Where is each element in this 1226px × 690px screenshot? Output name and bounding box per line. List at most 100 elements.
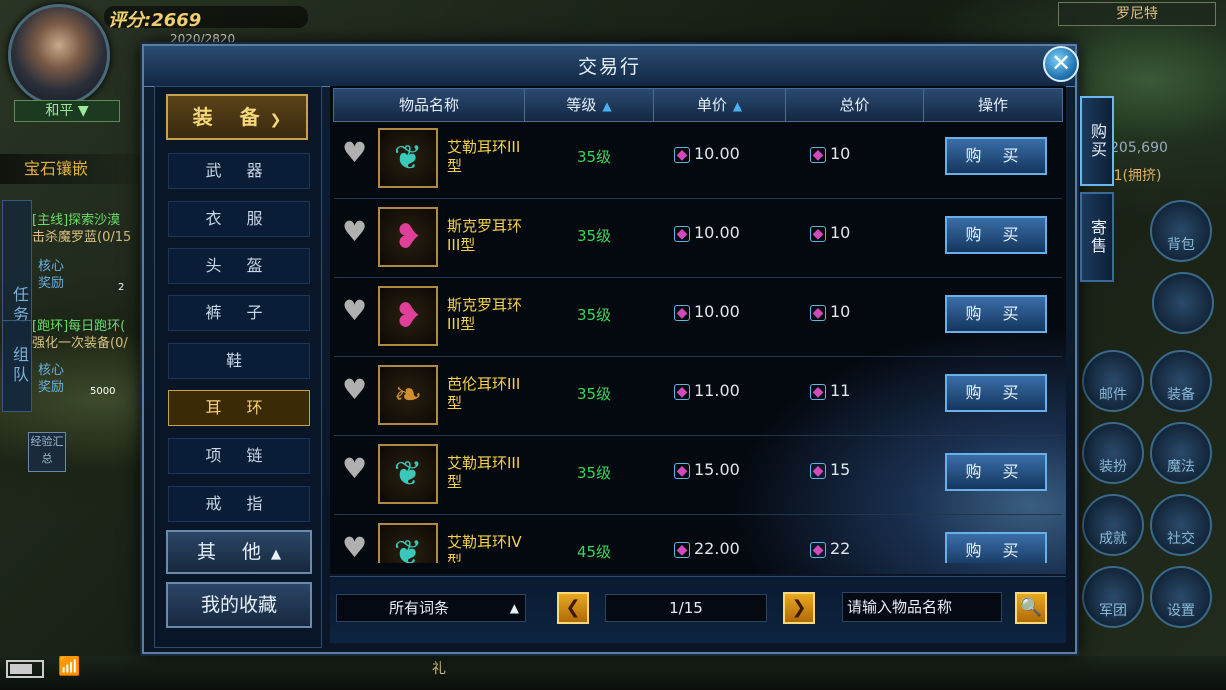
buy-button[interactable]: 购 买: [945, 374, 1047, 412]
dressup-button[interactable]: 装扮: [1082, 422, 1144, 484]
diamond-currency-icon: ◆: [810, 384, 826, 400]
settings-button[interactable]: 设置: [1150, 566, 1212, 628]
mail-button[interactable]: 邮件: [1082, 350, 1144, 412]
item-level: 45级: [576, 543, 612, 561]
item-total-price: ◆ 10: [810, 223, 950, 242]
category-other[interactable]: 其 他▲: [166, 530, 312, 574]
player-avatar[interactable]: [8, 4, 110, 106]
buy-button[interactable]: 购 买: [945, 532, 1047, 563]
subcategory-earring[interactable]: 耳 环: [168, 390, 310, 426]
chevron-down-icon: ❯: [269, 112, 282, 128]
subcategory-necklace[interactable]: 项 链: [168, 438, 310, 474]
total-price-value: 15: [830, 460, 851, 479]
item-name: 斯克罗耳环III型: [447, 217, 523, 254]
player-score: 评分:2669: [104, 6, 308, 31]
diamond-currency-icon: ◆: [674, 384, 690, 400]
favorite-heart-icon[interactable]: ♥: [342, 376, 368, 404]
total-price-value: 10: [830, 302, 851, 321]
header-level[interactable]: 等级 ▲: [525, 89, 654, 121]
buy-button[interactable]: 购 买: [945, 137, 1047, 175]
sort-up-icon: ▲: [602, 99, 612, 113]
favorite-heart-icon[interactable]: ♥: [342, 218, 368, 246]
category-equipment[interactable]: 装 备❯: [166, 94, 308, 140]
pk-mode-label: 和平: [45, 103, 74, 119]
item-unit-price: ◆ 11.00: [674, 381, 814, 400]
search-icon[interactable]: 🔍: [1015, 592, 1047, 624]
header-unit-price-label: 单价: [696, 96, 727, 114]
diamond-currency-icon: ◆: [674, 226, 690, 242]
item-unit-price: ◆ 10.00: [674, 302, 814, 321]
quest-daily[interactable]: [跑环]每日跑环( 强化一次装备(0/: [32, 318, 150, 352]
tab-consign[interactable]: 寄售: [1080, 192, 1114, 282]
table-row[interactable]: ♥ ❦ 艾勒耳环III型 35级 ◆ 15.00 ◆ 15 购 买: [334, 436, 1062, 515]
favorite-heart-icon[interactable]: ♥: [342, 455, 368, 483]
earring-icon[interactable]: ❦: [378, 128, 438, 188]
subcategory-pants[interactable]: 裤 子: [168, 295, 310, 331]
table-row[interactable]: ♥ ❦ 艾勒耳环III型 35级 ◆ 10.00 ◆ 10 购 买: [334, 120, 1062, 199]
bag-label: 背包: [1167, 237, 1195, 253]
buy-button[interactable]: 购 买: [945, 453, 1047, 491]
gift-label[interactable]: 礼: [432, 658, 446, 678]
quest-daily-title: [跑环]每日跑环(: [32, 319, 126, 334]
buy-button[interactable]: 购 买: [945, 216, 1047, 254]
favorites-button[interactable]: 我的收藏: [166, 582, 312, 628]
tab-buy[interactable]: 购买: [1080, 96, 1114, 186]
quest-daily-desc: 强化一次装备(0/: [32, 336, 128, 351]
item-level: 35级: [576, 306, 612, 324]
gem-inlay-button[interactable]: 宝石镶嵌: [0, 154, 164, 184]
bag-button[interactable]: 背包: [1150, 200, 1212, 262]
filter-label: 所有词条: [389, 599, 450, 617]
exp-summary-button[interactable]: 经验汇总: [28, 432, 66, 472]
earring-icon[interactable]: ❦: [378, 523, 438, 563]
equip-button[interactable]: 装备: [1150, 350, 1212, 412]
item-unit-price: ◆ 15.00: [674, 460, 814, 479]
subcategory-ring[interactable]: 戒 指: [168, 486, 310, 522]
header-level-label: 等级: [566, 96, 597, 114]
item-unit-price: ◆ 10.00: [674, 144, 814, 163]
earring-icon[interactable]: ❦: [378, 444, 438, 504]
magic-button[interactable]: 魔法: [1150, 422, 1212, 484]
filter-dropdown[interactable]: 所有词条 ▲: [336, 594, 526, 622]
buy-button[interactable]: 购 买: [945, 295, 1047, 333]
earring-icon[interactable]: ❥: [378, 286, 438, 346]
center-hub-button[interactable]: [1152, 272, 1214, 334]
table-row[interactable]: ♥ ❥ 斯克罗耳环III型 35级 ◆ 10.00 ◆ 10 购 买: [334, 199, 1062, 278]
table-row[interactable]: ♥ ❥ 斯克罗耳环III型 35级 ◆ 10.00 ◆ 10 购 买: [334, 278, 1062, 357]
next-page-button[interactable]: ❯: [783, 592, 815, 624]
item-name: 艾勒耳环IV型: [447, 533, 522, 563]
achievement-button[interactable]: 成就: [1082, 494, 1144, 556]
diamond-currency-icon: ◆: [674, 463, 690, 479]
team-tab[interactable]: 组队: [2, 320, 32, 412]
item-search-input[interactable]: [842, 592, 1002, 622]
unit-price-value: 10.00: [694, 223, 740, 242]
bottom-bar: [0, 656, 1226, 690]
diamond-currency-icon: ◆: [674, 147, 690, 163]
category-equipment-label: 装 备: [192, 105, 270, 129]
prev-page-button[interactable]: ❮: [557, 592, 589, 624]
subcategory-helmet[interactable]: 头 盔: [168, 248, 310, 284]
item-level: 35级: [576, 464, 612, 482]
category-other-label: 其 他: [196, 541, 272, 563]
item-name: 艾勒耳环III型: [447, 138, 521, 175]
subcategory-weapon[interactable]: 武 器: [168, 153, 310, 189]
subcategory-shoes[interactable]: 鞋: [168, 343, 310, 379]
legion-button[interactable]: 军团: [1082, 566, 1144, 628]
wifi-icon: 📶: [58, 656, 81, 677]
table-row[interactable]: ♥ ❧ 芭伦耳环III型 35级 ◆ 11.00 ◆ 11 购 买: [334, 357, 1062, 436]
header-unit-price[interactable]: 单价 ▲: [654, 89, 786, 121]
earring-icon[interactable]: ❧: [378, 365, 438, 425]
subcategory-clothes[interactable]: 衣 服: [168, 201, 310, 237]
favorite-heart-icon[interactable]: ♥: [342, 139, 368, 167]
item-name: 斯克罗耳环III型: [447, 296, 523, 333]
social-button[interactable]: 社交: [1150, 494, 1212, 556]
quest-main[interactable]: [主线]探索沙漠 击杀魔罗蓝(0/15: [32, 212, 150, 246]
magic-label: 魔法: [1167, 459, 1195, 475]
favorite-heart-icon[interactable]: ♥: [342, 534, 368, 562]
unit-price-value: 11.00: [694, 381, 740, 400]
earring-icon[interactable]: ❥: [378, 207, 438, 267]
favorite-heart-icon[interactable]: ♥: [342, 297, 368, 325]
item-total-price: ◆ 22: [810, 539, 950, 558]
pk-mode-selector[interactable]: 和平 ▼: [14, 100, 120, 122]
close-icon[interactable]: ✕: [1043, 46, 1079, 82]
table-row[interactable]: ♥ ❦ 艾勒耳环IV型 45级 ◆ 22.00 ◆ 22 购 买: [334, 515, 1062, 563]
